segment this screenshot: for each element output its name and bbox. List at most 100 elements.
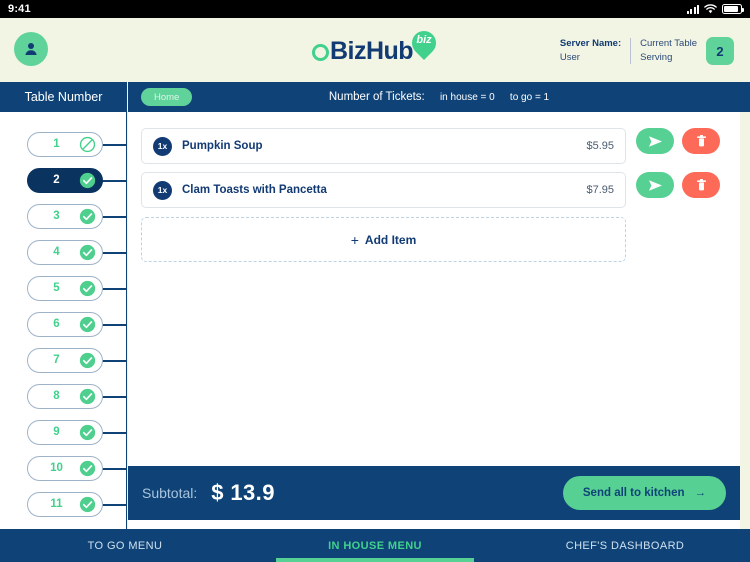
table-number-label: 3 <box>53 210 60 222</box>
send-all-label: Send all to kitchen <box>582 487 685 499</box>
delete-item-button[interactable] <box>682 128 720 154</box>
table-row: 6 <box>0 306 126 342</box>
item-name: Clam Toasts with Pancetta <box>182 184 327 196</box>
trash-icon <box>696 178 706 190</box>
right-margin <box>740 112 750 562</box>
table-connector-line <box>102 216 126 218</box>
table-row: 1 <box>0 126 126 162</box>
nav-tab-chef-s-dashboard[interactable]: CHEF'S DASHBOARD <box>500 529 750 562</box>
sidebar-item-table-9[interactable]: 9 <box>27 419 103 445</box>
status-bar-clock: 9:41 <box>8 3 31 15</box>
table-row: 5 <box>0 270 126 306</box>
nav-tab-to-go-menu[interactable]: TO GO MENU <box>0 529 250 562</box>
table-available-check-icon <box>79 208 96 224</box>
row-actions-2 <box>636 172 720 198</box>
current-table-block: Current Table Serving <box>640 37 697 65</box>
table-connector-line <box>102 432 126 434</box>
sidebar-item-table-11[interactable]: 11 <box>27 491 103 517</box>
ticket-bar: Home Number of Tickets: in house = 0 to … <box>128 82 750 112</box>
sidebar-item-table-5[interactable]: 5 <box>27 275 103 301</box>
table-number-label: 6 <box>53 318 60 330</box>
tickets-to-go: to go = 1 <box>509 92 550 103</box>
sidebar-item-table-10[interactable]: 10 <box>27 455 103 481</box>
table-connector-line <box>102 324 126 326</box>
send-item-button[interactable] <box>636 172 674 198</box>
table-number-label: 4 <box>53 246 60 258</box>
server-name-label: Server Name: <box>559 38 622 50</box>
current-table-sub: Serving <box>640 52 673 63</box>
sidebar-item-table-4[interactable]: 4 <box>27 239 103 265</box>
table-connector-line <box>102 396 126 398</box>
subtotal-value: $ 13.9 <box>211 480 275 505</box>
table-available-check-icon <box>79 460 96 476</box>
item-price: $5.95 <box>586 140 614 152</box>
table-row: 9 <box>0 414 126 450</box>
table-number-label: 2 <box>53 174 60 186</box>
sidebar-item-table-1[interactable]: 1 <box>27 131 103 157</box>
logo-circle-icon <box>311 43 329 61</box>
sidebar-item-table-2[interactable]: 2 <box>27 167 103 193</box>
signal-icon <box>686 4 699 14</box>
table-available-check-icon <box>79 244 96 260</box>
plus-icon: + <box>350 231 359 248</box>
table-number-label: 5 <box>53 282 60 294</box>
status-bar-icons <box>686 4 744 14</box>
table-available-check-icon <box>79 316 96 332</box>
row-actions-1 <box>636 128 720 154</box>
ticket-counts: Number of Tickets: in house = 0 to go = … <box>128 91 750 103</box>
table-connector-line <box>102 468 126 470</box>
send-all-to-kitchen-button[interactable]: Send all to kitchen → <box>562 476 726 510</box>
add-item-label: Add Item <box>364 232 417 247</box>
server-name-block: Server Name: User <box>560 37 621 65</box>
item-price: $7.95 <box>586 184 614 196</box>
add-item-button[interactable]: + Add Item <box>141 217 626 262</box>
app-root: 9:41 BizHub biz Server Name: User Curren… <box>0 0 750 562</box>
sidebar-item-table-8[interactable]: 8 <box>27 383 103 409</box>
table-number-label: 7 <box>53 354 60 366</box>
sidebar-title: Table Number <box>0 82 127 112</box>
table-connector-line <box>102 288 126 290</box>
table-number-label: 10 <box>50 462 63 474</box>
table-number-label: 1 <box>53 138 60 150</box>
arrow-right-icon: → <box>694 487 707 499</box>
sidebar-item-table-7[interactable]: 7 <box>27 347 103 373</box>
order-item-row[interactable]: 1x Pumpkin Soup $5.95 <box>141 128 626 164</box>
tickets-label: Number of Tickets: <box>328 91 425 103</box>
table-row: 2 <box>0 162 126 198</box>
battery-icon <box>722 4 744 14</box>
tickets-in-house: in house = 0 <box>439 92 495 103</box>
table-row: 4 <box>0 234 126 270</box>
table-available-check-icon <box>79 388 96 404</box>
table-connector-line <box>102 360 126 362</box>
wifi-icon <box>704 4 717 14</box>
table-row: 7 <box>0 342 126 378</box>
table-number-label: 9 <box>53 426 60 438</box>
sidebar-item-table-6[interactable]: 6 <box>27 311 103 337</box>
table-blocked-icon <box>79 136 96 152</box>
current-table-label: Current Table <box>640 38 697 50</box>
header-divider <box>630 38 632 64</box>
table-row: 11 <box>0 486 126 522</box>
order-item-row[interactable]: 1x Clam Toasts with Pancetta $7.95 <box>141 172 626 208</box>
send-item-button[interactable] <box>636 128 674 154</box>
table-available-check-icon <box>79 424 96 440</box>
map-pin-icon: biz <box>407 26 442 61</box>
nav-tab-in-house-menu[interactable]: IN HOUSE MENU <box>250 529 500 562</box>
table-row: 8 <box>0 378 126 414</box>
table-number-sidebar[interactable]: 1 2 3 4 5 6 7 8 9 10 11 <box>0 112 127 562</box>
table-row: 10 <box>0 450 126 486</box>
table-connector-line <box>102 504 126 506</box>
current-table-badge[interactable]: 2 <box>706 37 734 65</box>
logo-pin-label: biz <box>416 34 432 46</box>
table-connector-line <box>102 252 126 254</box>
sidebar-item-table-3[interactable]: 3 <box>27 203 103 229</box>
logo-text: BizHub <box>329 36 414 65</box>
delete-item-button[interactable] <box>682 172 720 198</box>
header-meta: Server Name: User Current Table Serving … <box>560 34 734 68</box>
item-name: Pumpkin Soup <box>182 140 263 152</box>
bottom-nav[interactable]: TO GO MENU IN HOUSE MENU CHEF'S DASHBOARD <box>0 529 750 562</box>
trash-icon <box>696 134 706 146</box>
table-available-check-icon <box>79 496 96 512</box>
app-header: BizHub biz Server Name: User Current Tab… <box>0 18 750 82</box>
table-connector-line <box>102 144 126 146</box>
